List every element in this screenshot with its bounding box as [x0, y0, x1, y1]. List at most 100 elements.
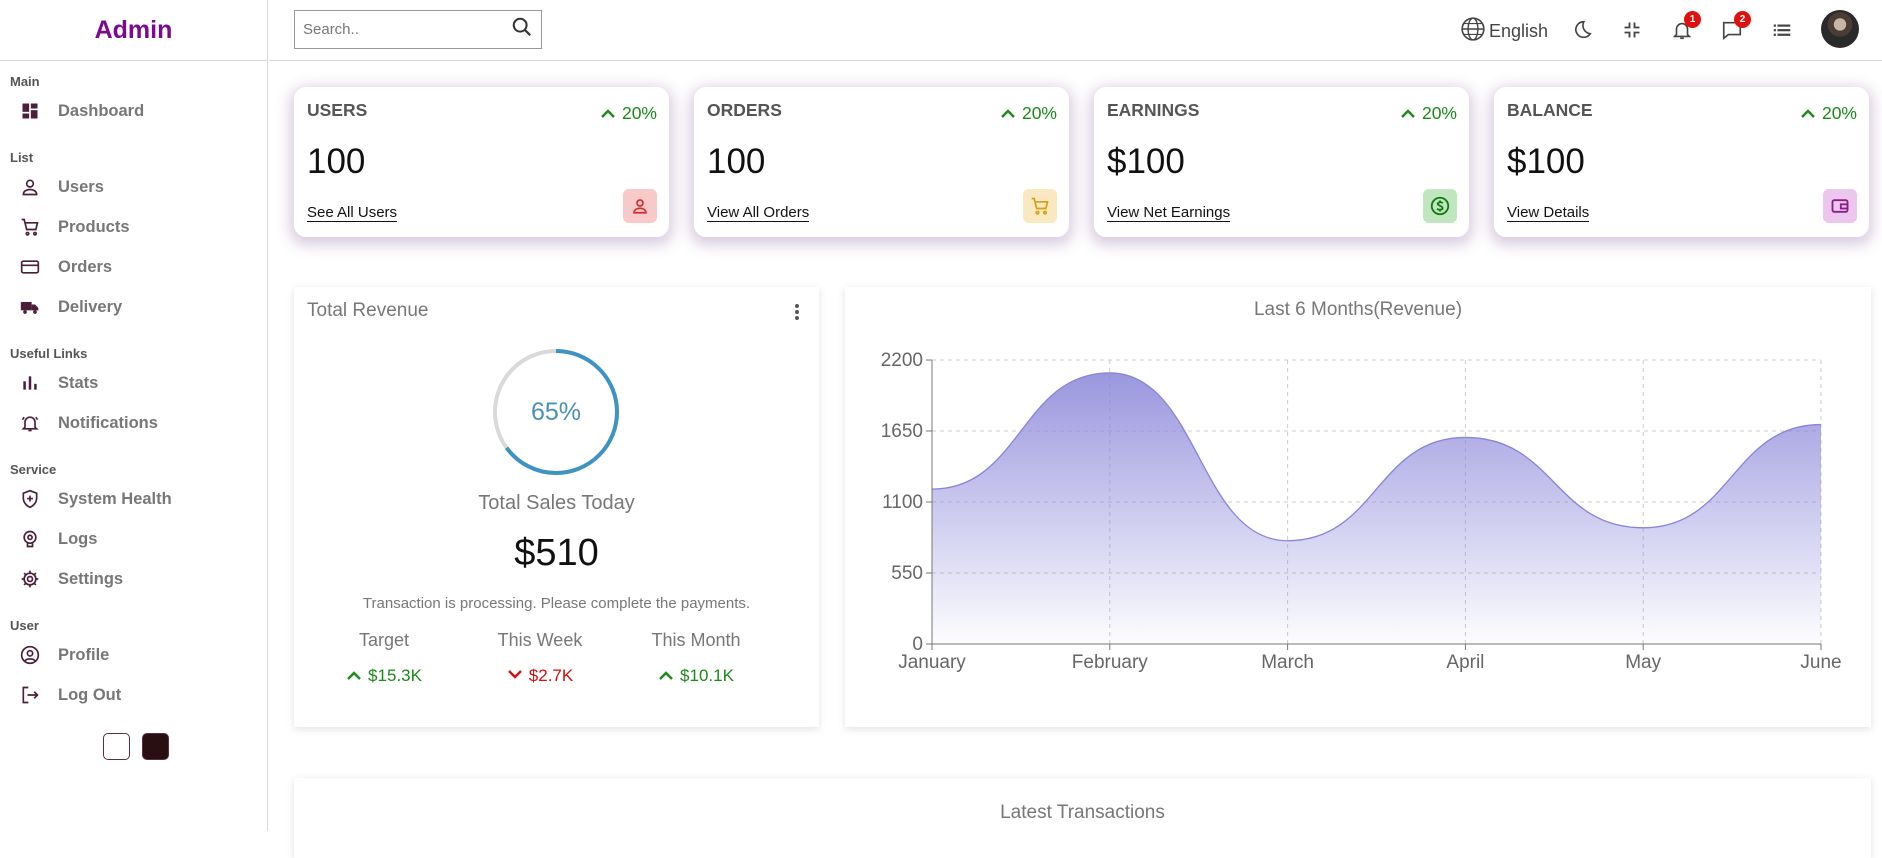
widget-title: ORDERS — [707, 100, 782, 120]
sidebar-item-label: Profile — [58, 645, 110, 664]
sidebar-item-settings[interactable]: Settings — [0, 559, 267, 599]
sidebar-item-notifications[interactable]: Notifications — [0, 403, 267, 443]
sidebar-item-products[interactable]: Products — [0, 207, 267, 247]
total-revenue-panel: Total Revenue 65% Total Sales Today $510… — [294, 287, 819, 727]
user-avatar[interactable] — [1821, 10, 1859, 48]
sidebar-item-delivery[interactable]: Delivery — [0, 287, 267, 327]
sidebar-item-dashboard[interactable]: Dashboard — [0, 91, 267, 131]
widget-percent-value: 20% — [1021, 103, 1057, 123]
truck-icon — [20, 297, 40, 317]
stat-value: $10.1K — [680, 666, 734, 685]
widget-percent-value: 20% — [621, 103, 657, 123]
widget-earnings: EARNINGS 20% $100 View Net Earnings — [1094, 87, 1469, 237]
sidebar-item-label: Logs — [58, 529, 98, 548]
messages-badge: 2 — [1734, 11, 1751, 28]
messages-icon[interactable]: 2 — [1719, 11, 1751, 43]
notifications-badge: 1 — [1684, 11, 1701, 28]
widget-link[interactable]: View Details — [1507, 205, 1590, 222]
language-selector[interactable]: English — [1460, 16, 1548, 47]
chevron-up-icon — [1000, 103, 1016, 124]
revenue-area-chart: 0550110016502200January February March Apri… — [881, 350, 1842, 673]
progress-label: 65% — [530, 397, 582, 426]
gear-icon — [20, 569, 40, 589]
widget-value: $100 — [1507, 142, 1585, 181]
sidebar-item-users[interactable]: Users — [0, 167, 267, 207]
widget-link[interactable]: View Net Earnings — [1107, 205, 1231, 222]
y-tick-label: 1100 — [882, 492, 923, 513]
widget-value: 100 — [707, 142, 766, 181]
sidebar-item-label: Products — [58, 217, 130, 236]
more-vert-icon[interactable] — [793, 301, 801, 323]
search-box[interactable]: Search.. — [294, 10, 542, 49]
sidebar-section-title: List — [10, 150, 34, 165]
account-circle-icon — [20, 645, 40, 665]
stat-value: $15.3K — [368, 666, 422, 685]
x-tick-label: February — [1072, 652, 1149, 673]
sidebar-item-label: Log Out — [58, 685, 122, 704]
person-icon — [623, 189, 657, 223]
dark-mode-icon[interactable] — [1569, 17, 1595, 43]
sidebar-section-title: Main — [10, 74, 40, 89]
widget-percentage: 20% — [600, 103, 657, 124]
sidebar-item-label: Orders — [58, 257, 113, 276]
widget-percentage: 20% — [1400, 103, 1457, 124]
widget-link[interactable]: See All Users — [307, 205, 398, 222]
chevron-up-icon — [600, 103, 616, 124]
widget-title: USERS — [307, 100, 368, 120]
widget-value: $100 — [1107, 142, 1185, 181]
sidebar-item-orders[interactable]: Orders — [0, 247, 267, 287]
widget-percent-value: 20% — [1821, 103, 1857, 123]
search-input[interactable]: Search.. — [303, 21, 511, 38]
sidebar-item-logs[interactable]: Logs — [0, 519, 267, 559]
sidebar-section-title: User — [10, 618, 39, 633]
sidebar-item-system-health[interactable]: System Health — [0, 479, 267, 519]
credit-card-icon — [20, 257, 40, 277]
sidebar-item-label: Notifications — [58, 413, 158, 432]
dollar-icon — [1423, 189, 1457, 223]
revenue-stat-target: Target $15.3K — [314, 630, 454, 686]
search-icon[interactable] — [511, 16, 533, 43]
x-tick-label: April — [1446, 652, 1484, 673]
bar-chart-icon — [20, 373, 40, 393]
theme-swatches — [103, 733, 267, 760]
dark-theme-swatch[interactable] — [142, 733, 169, 760]
user-icon — [20, 177, 40, 197]
sidebar-item-stats[interactable]: Stats — [0, 363, 267, 403]
app-logo[interactable]: Admin — [0, 0, 267, 61]
wallet-icon — [1823, 189, 1857, 223]
logout-icon — [20, 685, 40, 705]
stat-label: This Month — [651, 630, 741, 650]
brain-icon — [20, 529, 40, 549]
widget-percentage: 20% — [1000, 103, 1057, 124]
sidebar-item-log-out[interactable]: Log Out — [0, 675, 267, 715]
widget-title: EARNINGS — [1107, 100, 1200, 120]
widget-orders: ORDERS 20% 100 View All Orders — [694, 87, 1069, 237]
x-tick-label: June — [1800, 652, 1841, 673]
stat-label: This Week — [497, 630, 583, 650]
chevron-up-icon — [658, 666, 674, 686]
y-tick-label: 550 — [891, 563, 923, 584]
sidebar-item-label: Settings — [58, 569, 124, 588]
topbar: Search.. English 1 2 — [269, 0, 1882, 61]
y-tick-label: 1650 — [881, 421, 923, 442]
transaction-note: Transaction is processing. Please comple… — [362, 595, 751, 612]
globe-icon — [1460, 16, 1486, 47]
fullscreen-exit-icon[interactable] — [1619, 17, 1645, 43]
widget-users: USERS 20% 100 See All Users — [294, 87, 669, 237]
sidebar-item-label: Dashboard — [58, 101, 145, 120]
light-theme-swatch[interactable] — [103, 733, 130, 760]
widget-percent-value: 20% — [1421, 103, 1457, 123]
latest-transactions-panel: Latest Transactions — [294, 778, 1871, 858]
notifications-icon[interactable]: 1 — [1669, 11, 1701, 43]
sidebar-item-label: Delivery — [58, 297, 123, 316]
x-tick-label: March — [1261, 652, 1314, 673]
latest-transactions-title: Latest Transactions — [1000, 802, 1165, 823]
sidebar-item-profile[interactable]: Profile — [0, 635, 267, 675]
revenue-stat-this-week: This Week $2.7K — [470, 630, 610, 686]
sidebar-section-title: Useful Links — [10, 346, 88, 361]
sidebar: Admin Main Dashboard List Users Products Orde… — [0, 0, 268, 831]
chevron-up-icon — [1800, 103, 1816, 124]
widget-percentage: 20% — [1800, 103, 1857, 124]
widget-link[interactable]: View All Orders — [707, 205, 810, 222]
list-icon[interactable] — [1769, 17, 1795, 43]
